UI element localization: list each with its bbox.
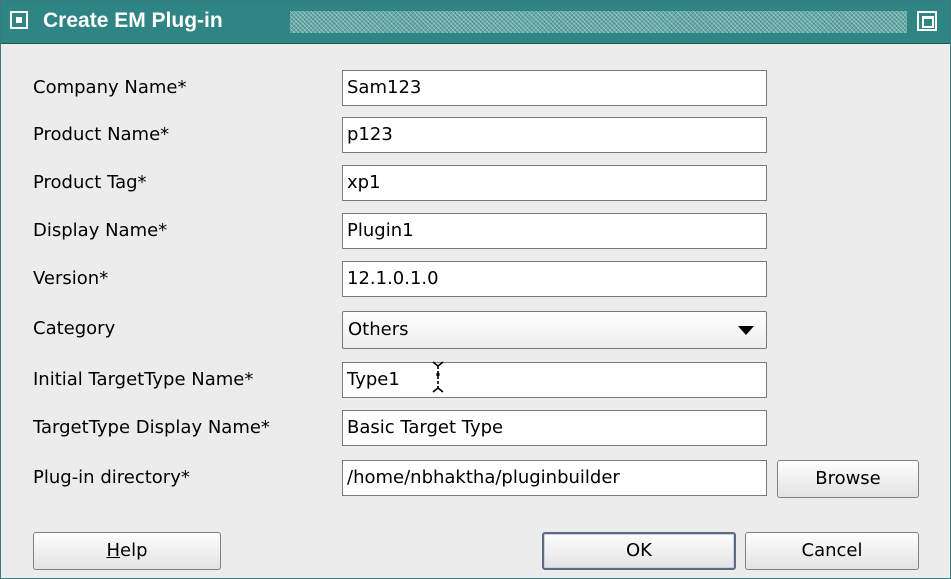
product-tag-field[interactable]: xp1 [342,165,767,201]
targettype-display-name-field[interactable]: Basic Target Type [342,410,767,446]
version-field[interactable]: 12.1.0.1.0 [342,261,767,297]
text-cursor-icon [431,360,445,399]
text-cursor-icon-shape [432,361,444,393]
dialog-title: Create EM Plug-in [43,9,223,32]
cancel-button[interactable]: Cancel [745,532,919,570]
plugin-directory-field[interactable]: /home/nbhaktha/pluginbuilder [342,460,767,496]
window-menu-icon[interactable] [10,11,28,29]
product-tag-label: Product Tag* [33,172,147,193]
initial-targettype-name-field[interactable]: Type1 [342,362,767,398]
product-name-field[interactable]: p123 [342,117,767,153]
title-bar-drag-area[interactable] [290,11,907,33]
maximize-icon[interactable] [917,11,937,31]
company-name-label: Company Name* [33,77,187,98]
product-name-label: Product Name* [33,124,170,145]
browse-button[interactable]: Browse [777,460,919,498]
create-em-plugin-dialog: Create EM Plug-in Company Name* Sam123 P… [0,0,951,579]
plugin-directory-label: Plug-in directory* [33,467,190,488]
display-name-label: Display Name* [33,220,168,241]
version-label: Version* [33,268,109,289]
category-label: Category [33,318,116,339]
help-button[interactable]: Help [33,532,221,570]
dialog-content: Company Name* Sam123 Product Name* p123 … [1,44,950,578]
ok-button[interactable]: OK [542,532,736,570]
category-selected-value: Others [348,319,409,340]
targettype-display-name-label: TargetType Display Name* [33,417,270,438]
category-select[interactable]: Others [342,311,767,349]
chevron-down-icon[interactable] [738,326,754,335]
display-name-field[interactable]: Plugin1 [342,213,767,249]
company-name-field[interactable]: Sam123 [342,70,767,106]
title-bar[interactable]: Create EM Plug-in [1,1,950,44]
initial-targettype-name-label: Initial TargetType Name* [33,369,254,390]
